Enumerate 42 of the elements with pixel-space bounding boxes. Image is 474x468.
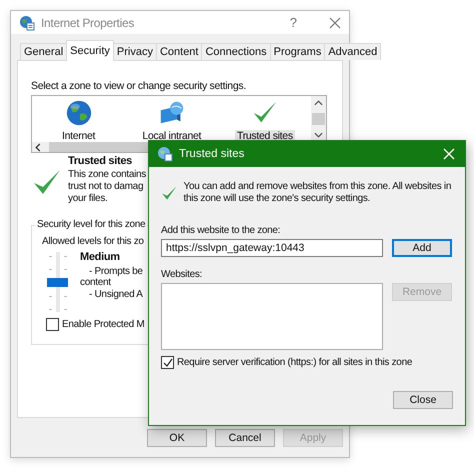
close-icon[interactable] [329,16,341,28]
zone-title: Trusted sites [68,155,133,167]
allowed-levels-label: Allowed levels for this zo [42,236,145,247]
level-description: - Unsigned A [88,288,143,300]
zone-description: This zone contains [68,169,146,181]
group-legend: Security level for this zone [35,219,148,230]
vertical-scrollbar[interactable] [311,96,326,142]
slider-thumb[interactable] [47,278,68,287]
globe-icon[interactable] [64,99,93,127]
checkbox[interactable] [161,356,174,369]
tab[interactable]: Privacy [112,43,157,60]
scroll-up-icon[interactable] [314,100,324,106]
tab[interactable]: General [20,43,68,60]
website-input[interactable]: https://sslvpn_gateway:10443 [161,239,383,257]
globe-document-icon [157,146,173,162]
scroll-left-icon[interactable] [35,142,41,152]
checkbox-label: Require server verification (https:) for all sites in this zone [177,357,412,368]
help-button[interactable]: ? [290,15,297,30]
close-button[interactable]: Close [393,391,453,409]
dialog-button[interactable]: OK [147,429,207,447]
add-button[interactable]: Add [392,239,452,257]
zone-label[interactable]: Internet [60,130,98,142]
websites-label: Websites: [161,269,204,280]
tab[interactable]: Programs [270,43,326,60]
zone-description: trust not to damag [68,181,144,193]
checkbox-label: Enable Protected M [62,319,144,330]
dialog-description: You can add and remove websites from this zone. All websites in this zone will use the zone's security settings. [184,181,452,205]
add-website-label: Add this website to the zone: [161,225,282,236]
window-title: Internet Properties [41,16,136,30]
scroll-down-icon[interactable] [314,132,324,138]
globe-document-icon [19,14,35,30]
zone-prompt: Select a zone to view or change security settings. [31,80,247,92]
level-description: - Prompts be [88,266,143,277]
tab[interactable]: Security [66,40,114,61]
zone-label[interactable]: Local intranet [140,130,204,142]
tab[interactable]: Advanced [324,43,382,60]
level-name: Medium [80,252,121,264]
dialog-button[interactable]: Cancel [215,429,275,447]
dialog-title: Trusted sites [179,148,244,160]
zone-description: your files. [68,193,108,205]
level-description: content [80,277,112,288]
checkbox[interactable] [46,318,59,331]
